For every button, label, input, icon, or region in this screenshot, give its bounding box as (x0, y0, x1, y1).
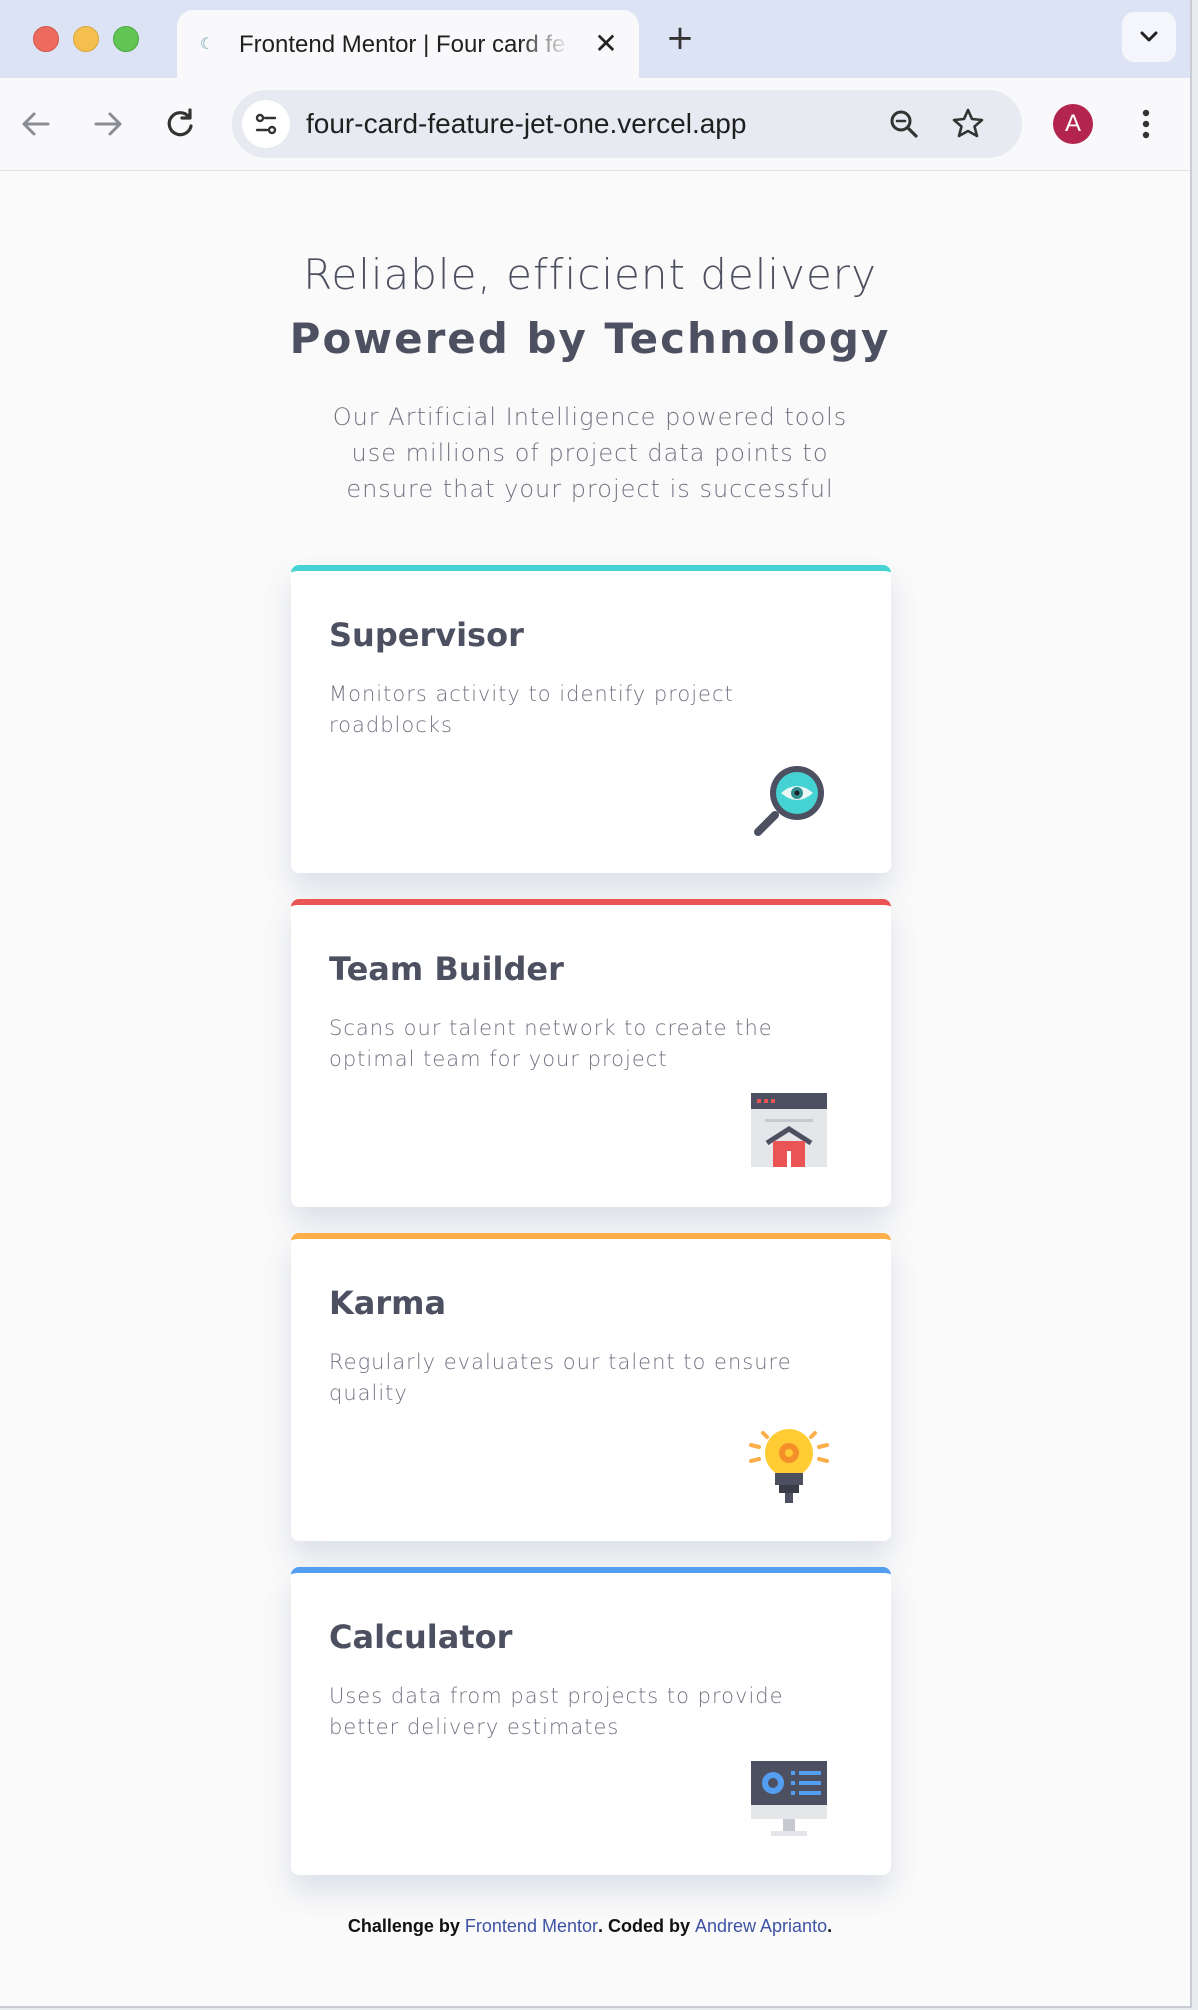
address-bar[interactable]: four-card-feature-jet-one.vercel.app (232, 90, 1022, 158)
back-button[interactable] (12, 100, 60, 148)
zoom-button[interactable] (884, 104, 924, 144)
star-icon (952, 108, 984, 138)
tune-icon (255, 113, 277, 135)
card-team-builder: Team Builder Scans our talent network to… (291, 899, 891, 1207)
lightbulb-icon (749, 1429, 829, 1503)
calculator-monitor-icon (751, 1761, 827, 1836)
headline-light: Reliable, efficient delivery (303, 250, 877, 299)
card-description: Regularly evaluates our talent to ensure… (329, 1350, 792, 1405)
reload-button[interactable] (156, 100, 204, 148)
magnifier-eye-icon (754, 766, 824, 836)
browser-toolbar: four-card-feature-jet-one.vercel.app A (0, 78, 1190, 171)
maximize-window-button[interactable] (113, 26, 139, 52)
frontend-mentor-link[interactable]: Frontend Mentor (465, 1916, 598, 1936)
url-text[interactable]: four-card-feature-jet-one.vercel.app (306, 108, 746, 140)
browser-window: ☾ Frontend Mentor | Four card feature se… (0, 0, 1192, 2008)
new-tab-button[interactable]: + (660, 18, 700, 58)
close-window-button[interactable] (33, 26, 59, 52)
page-content: Reliable, efficient delivery Powered by … (0, 171, 1190, 2006)
intro-text: Our Artificial Intelligence powered tool… (332, 403, 848, 503)
minimize-window-button[interactable] (73, 26, 99, 52)
tab-search-button[interactable] (1122, 12, 1176, 62)
card-title: Team Builder (329, 950, 564, 988)
card-calculator: Calculator Uses data from past projects … (291, 1567, 891, 1875)
card-karma: Karma Regularly evaluates our talent to … (291, 1233, 891, 1541)
card-supervisor: Supervisor Monitors activity to identify… (291, 565, 891, 873)
desktop-background-strip (1192, 0, 1198, 2010)
browser-menu-button[interactable] (1126, 100, 1166, 148)
tab-title: Frontend Mentor | Four card feature sect… (239, 31, 569, 58)
card-description: Scans our talent network to create the o… (329, 1016, 773, 1071)
attribution-suffix: . (827, 1916, 833, 1936)
active-tab[interactable]: ☾ Frontend Mentor | Four card feature se… (177, 10, 639, 78)
tab-strip: ☾ Frontend Mentor | Four card feature se… (0, 0, 1190, 78)
more-vertical-icon (1142, 109, 1150, 139)
card-description: Uses data from past projects to provide … (329, 1684, 784, 1739)
team-builder-icon (751, 1093, 827, 1167)
attribution-middle: . Coded by (597, 1916, 695, 1936)
attribution: Challenge by Frontend Mentor. Coded by A… (0, 1916, 1180, 1937)
arrow-right-icon (94, 112, 122, 136)
card-title: Supervisor (329, 616, 524, 654)
card-description: Monitors activity to identify project ro… (329, 682, 734, 737)
zoom-out-icon (890, 110, 918, 138)
headline-bold: Powered by Technology (289, 314, 891, 363)
site-info-button[interactable] (242, 100, 290, 148)
forward-button[interactable] (84, 100, 132, 148)
reload-icon (167, 108, 193, 137)
card-title: Calculator (329, 1618, 513, 1656)
profile-avatar[interactable]: A (1053, 104, 1093, 144)
close-tab-icon[interactable]: ✕ (589, 27, 623, 61)
card-title: Karma (329, 1284, 447, 1322)
bookmark-button[interactable] (948, 104, 988, 144)
author-link[interactable]: Andrew Aprianto (695, 1916, 827, 1936)
chevron-down-icon (1140, 31, 1158, 42)
arrow-left-icon (22, 112, 50, 136)
favicon-icon: ☾ (199, 34, 215, 53)
attribution-prefix: Challenge by (347, 1916, 465, 1936)
